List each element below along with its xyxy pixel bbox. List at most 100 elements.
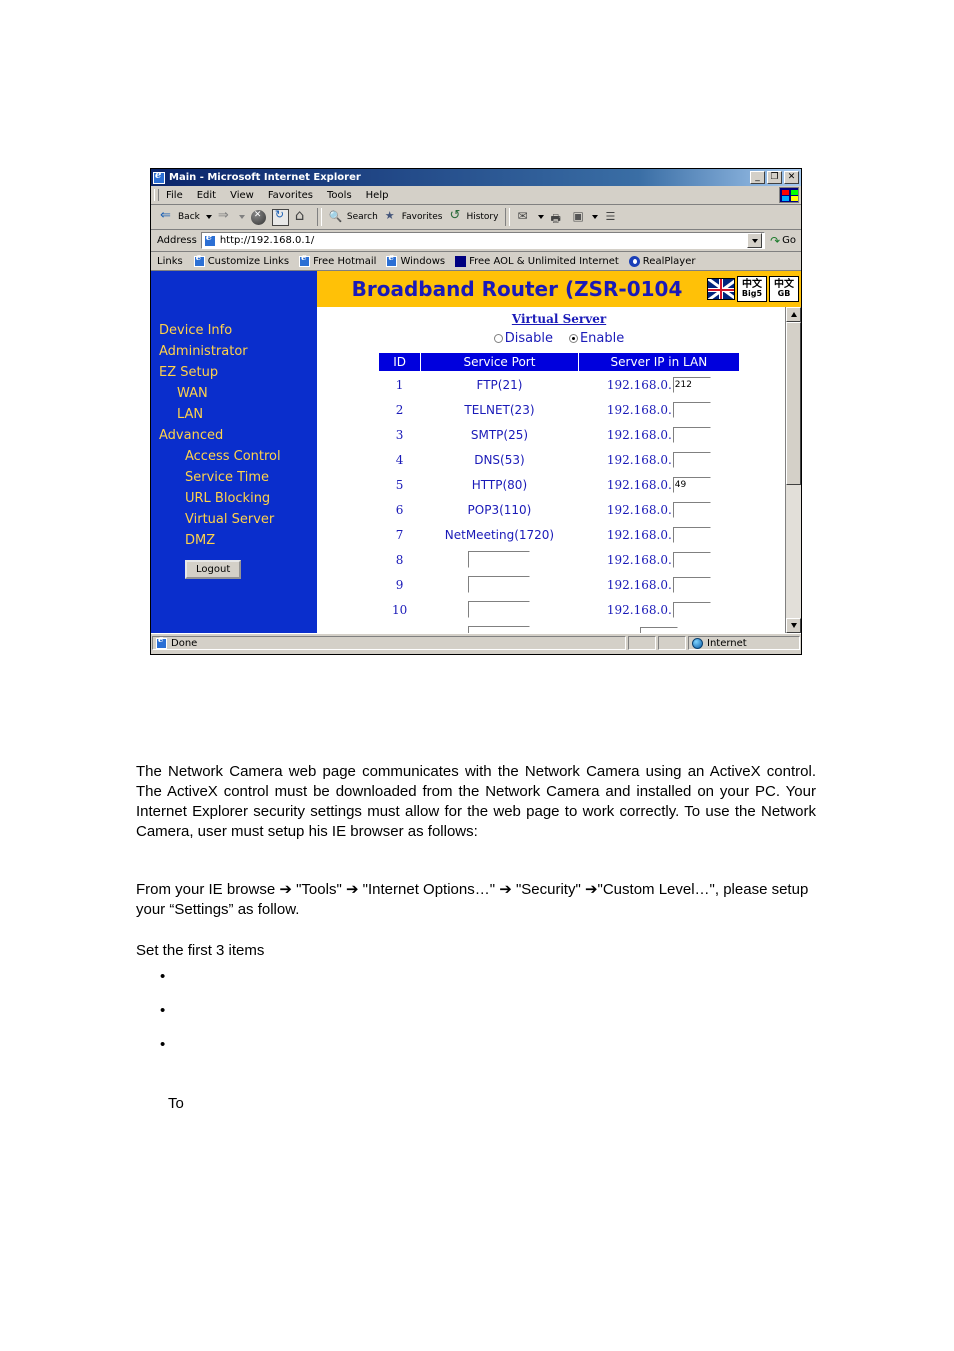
print-icon: [550, 210, 565, 229]
restore-button[interactable]: ❐: [767, 171, 782, 184]
language-code: Big5: [741, 289, 763, 298]
forward-button[interactable]: [215, 208, 236, 226]
search-button-label: Search: [346, 212, 378, 222]
refresh-button[interactable]: [269, 208, 292, 227]
logout-button[interactable]: Logout: [185, 560, 242, 579]
server-ip-input[interactable]: 49: [672, 476, 711, 493]
link-page-icon: [299, 253, 311, 267]
print-button[interactable]: [547, 209, 568, 229]
edit-dropdown-icon[interactable]: [592, 215, 599, 219]
service-port-input[interactable]: [468, 626, 531, 633]
links-bar: Links Customize Links Free Hotmail Windo…: [151, 252, 801, 271]
forward-dropdown-icon[interactable]: [238, 215, 245, 219]
server-ip-input[interactable]: [639, 626, 678, 633]
link-customize-links[interactable]: Customize Links: [190, 253, 293, 267]
toolbar-separator-2: [505, 208, 511, 226]
server-ip-input[interactable]: 212: [672, 376, 711, 393]
server-ip-input[interactable]: [672, 451, 711, 468]
row-id: 6: [395, 502, 404, 517]
toolbar-separator: [316, 208, 322, 226]
radio-enable[interactable]: [568, 334, 578, 343]
refresh-icon: [271, 208, 289, 226]
server-ip-input[interactable]: [672, 576, 711, 593]
menu-favorites[interactable]: Favorites: [261, 190, 320, 201]
stop-icon: [250, 209, 266, 225]
sidebar-item-ez-setup[interactable]: EZ Setup: [151, 362, 317, 383]
server-ip-input[interactable]: [672, 401, 711, 418]
link-free-aol[interactable]: Free AOL & Unlimited Internet: [451, 255, 623, 267]
server-ip-input[interactable]: [672, 601, 711, 618]
edit-button[interactable]: [568, 209, 589, 226]
address-input[interactable]: http://192.168.0.1/: [200, 232, 766, 249]
sidebar-item-device-info[interactable]: Device Info: [151, 320, 317, 341]
sidebar-item-dmz[interactable]: DMZ: [151, 530, 317, 551]
sidebar-item-administrator[interactable]: Administrator: [151, 341, 317, 362]
service-port-input[interactable]: [468, 551, 531, 568]
scroll-up-button[interactable]: [786, 307, 801, 322]
stop-button[interactable]: [248, 209, 269, 226]
table-row: 3 SMTP(25) 192.168.0.: [379, 422, 740, 447]
scrollbar-thumb[interactable]: [786, 322, 801, 485]
address-dropdown-button[interactable]: [747, 233, 763, 248]
history-button-label: History: [466, 212, 499, 222]
uk-flag-icon[interactable]: [707, 278, 735, 300]
content-scrollbar[interactable]: [785, 307, 801, 633]
sidebar-item-lan[interactable]: LAN: [151, 404, 317, 425]
back-button[interactable]: Back: [157, 208, 203, 226]
server-ip-input[interactable]: [672, 501, 711, 518]
row-server-ip: 192.168.0.: [578, 522, 739, 547]
menu-edit[interactable]: Edit: [190, 190, 223, 201]
row-id: 5: [395, 477, 404, 492]
minimize-button[interactable]: _: [750, 171, 765, 184]
back-dropdown-icon[interactable]: [205, 215, 212, 219]
menu-tools[interactable]: Tools: [320, 190, 359, 201]
favorites-button[interactable]: Favorites: [381, 209, 446, 226]
link-realplayer[interactable]: RealPlayer: [625, 255, 700, 267]
link-free-hotmail[interactable]: Free Hotmail: [295, 253, 380, 267]
edit-icon: [571, 209, 586, 225]
status-text: Done: [171, 637, 198, 649]
server-ip-input[interactable]: [672, 551, 711, 568]
table-row: 5 HTTP(80) 192.168.0. 49: [379, 472, 740, 497]
aol-icon: [455, 255, 467, 267]
ip-prefix: 192.168.0.: [606, 452, 672, 467]
close-button[interactable]: ✕: [784, 171, 799, 184]
table-row: 7 NetMeeting(1720) 192.168.0.: [379, 522, 740, 547]
radio-disable[interactable]: [493, 334, 503, 343]
sidebar-item-access-control[interactable]: Access Control: [151, 446, 317, 467]
sidebar-item-wan[interactable]: WAN: [151, 383, 317, 404]
sidebar-item-url-blocking[interactable]: URL Blocking: [151, 488, 317, 509]
menu-help[interactable]: Help: [359, 190, 396, 201]
scroll-down-button[interactable]: [786, 618, 801, 633]
column-header-id: ID: [377, 352, 422, 372]
service-port-input[interactable]: [468, 576, 531, 593]
language-button-big5[interactable]: 中文 Big5: [737, 276, 767, 302]
row-id: 7: [395, 527, 404, 542]
radio-enable-label: Enable: [579, 331, 625, 346]
go-button[interactable]: ↷ Go: [765, 234, 801, 248]
virtual-server-table: ID Service Port Server IP in LAN 1 FTP(2…: [377, 352, 741, 633]
scrollbar-track[interactable]: [786, 322, 801, 618]
language-buttons: 中文 Big5 中文 GB: [707, 276, 799, 302]
menu-view[interactable]: View: [223, 190, 261, 201]
sidebar-item-virtual-server[interactable]: Virtual Server: [151, 509, 317, 530]
discuss-button[interactable]: [601, 209, 622, 226]
language-button-gb[interactable]: 中文 GB: [769, 276, 799, 302]
mail-dropdown-icon[interactable]: [538, 215, 545, 219]
mail-button[interactable]: [514, 209, 535, 226]
column-header-service-port: Service Port: [420, 352, 579, 372]
list-item: •: [160, 1002, 560, 1036]
ip-prefix: 192.168.0.: [606, 577, 672, 592]
history-button[interactable]: History: [445, 208, 501, 226]
sidebar-item-service-time[interactable]: Service Time: [151, 467, 317, 488]
row-server-ip: [578, 622, 739, 633]
server-ip-input[interactable]: [672, 426, 711, 443]
sidebar-item-advanced[interactable]: Advanced: [151, 425, 317, 446]
search-button[interactable]: Search: [326, 209, 381, 226]
server-ip-input[interactable]: [672, 526, 711, 543]
menu-file[interactable]: File: [159, 190, 190, 201]
service-port-input[interactable]: [468, 601, 531, 618]
table-row: 9 192.168.0.: [379, 572, 740, 597]
link-windows[interactable]: Windows: [382, 253, 449, 267]
home-button[interactable]: [292, 206, 313, 226]
